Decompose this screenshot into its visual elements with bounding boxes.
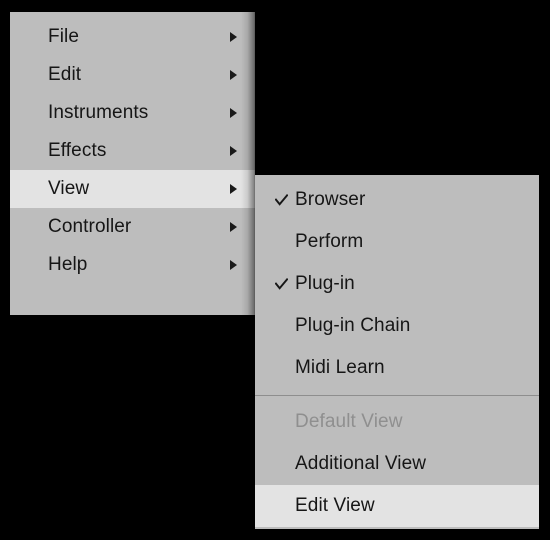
submenu-item-label: Plug-in Chain — [295, 315, 411, 336]
submenu-item-default-view: Default View — [255, 401, 539, 443]
menu-item-file[interactable]: File — [10, 18, 255, 56]
menu-item-label: Help — [48, 254, 88, 275]
triangle-right-icon — [230, 260, 237, 270]
submenu-item-label: Edit View — [295, 495, 375, 516]
menu-item-label: View — [48, 178, 90, 199]
main-menu-panel: File Edit Instruments Effects View Contr… — [10, 12, 255, 315]
submenu-item-label: Midi Learn — [295, 357, 385, 378]
menu-item-label: Controller — [48, 216, 132, 237]
menu-item-effects[interactable]: Effects — [10, 132, 255, 170]
submenu-item-browser[interactable]: Browser — [255, 179, 539, 221]
menu-item-edit[interactable]: Edit — [10, 56, 255, 94]
submenu-separator — [255, 395, 539, 396]
submenu-item-label: Plug-in — [295, 273, 355, 294]
menu-item-instruments[interactable]: Instruments — [10, 94, 255, 132]
submenu-item-perform[interactable]: Perform — [255, 221, 539, 263]
triangle-right-icon — [230, 32, 237, 42]
menu-item-label: Instruments — [48, 102, 149, 123]
menu-item-help[interactable]: Help — [10, 246, 255, 284]
menu-item-controller[interactable]: Controller — [10, 208, 255, 246]
check-icon — [255, 193, 295, 207]
triangle-right-icon — [230, 146, 237, 156]
triangle-right-icon — [230, 108, 237, 118]
submenu-item-label: Default View — [295, 411, 403, 432]
submenu-item-label: Browser — [295, 189, 366, 210]
submenu-item-plug-in[interactable]: Plug-in — [255, 263, 539, 305]
menu-item-label: Edit — [48, 64, 82, 85]
menu-item-view[interactable]: View — [10, 170, 255, 208]
view-submenu-panel: Browser Perform Plug-in Plug-in Chain Mi… — [255, 175, 539, 529]
menu-item-label: Effects — [48, 140, 107, 161]
triangle-right-icon — [230, 184, 237, 194]
submenu-item-plug-in-chain[interactable]: Plug-in Chain — [255, 305, 539, 347]
submenu-item-label: Perform — [295, 231, 364, 252]
triangle-right-icon — [230, 70, 237, 80]
submenu-item-edit-view[interactable]: Edit View — [255, 485, 539, 527]
submenu-item-label: Additional View — [295, 453, 427, 474]
check-icon — [255, 277, 295, 291]
triangle-right-icon — [230, 222, 237, 232]
menu-item-label: File — [48, 26, 80, 47]
submenu-item-midi-learn[interactable]: Midi Learn — [255, 347, 539, 389]
submenu-item-additional-view[interactable]: Additional View — [255, 443, 539, 485]
